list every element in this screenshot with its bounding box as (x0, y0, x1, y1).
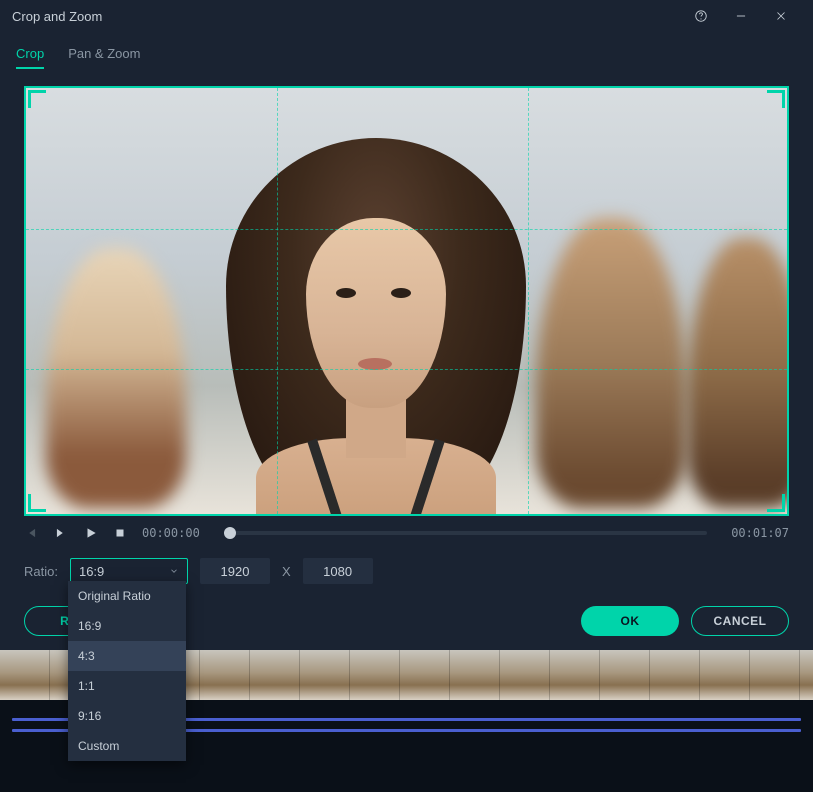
preview-area (24, 86, 789, 516)
tab-bar: Crop Pan & Zoom (0, 32, 813, 70)
timeline-thumb[interactable] (700, 650, 750, 700)
cancel-button[interactable]: CANCEL (691, 606, 789, 636)
ratio-label: Ratio: (24, 564, 58, 579)
ratio-option-9-16[interactable]: 9:16 (68, 701, 186, 731)
help-icon (694, 9, 708, 23)
close-icon (774, 9, 788, 23)
crop-zoom-dialog: Crop and Zoom Crop Pan & Zoom (0, 0, 813, 650)
grid-line (277, 88, 278, 514)
grid-line (26, 229, 787, 230)
crop-handle-tr[interactable] (767, 90, 785, 108)
dimension-separator: X (282, 564, 291, 579)
stop-button[interactable] (114, 527, 126, 539)
timeline-thumb[interactable] (500, 650, 550, 700)
timeline-thumb[interactable] (550, 650, 600, 700)
transport-bar: 00:00:00 00:01:07 (0, 516, 813, 550)
ratio-option-1-1[interactable]: 1:1 (68, 671, 186, 701)
prev-frame-icon (24, 526, 38, 540)
window-title: Crop and Zoom (12, 9, 102, 24)
timeline-thumb[interactable] (400, 650, 450, 700)
crop-handle-br[interactable] (767, 494, 785, 512)
background-figure (536, 218, 686, 508)
background-figure (46, 248, 186, 508)
timeline-thumb[interactable] (450, 650, 500, 700)
crop-frame[interactable] (24, 86, 789, 516)
seek-thumb[interactable] (224, 527, 236, 539)
stop-icon (114, 527, 126, 539)
prev-frame-button[interactable] (24, 526, 38, 540)
timeline-thumb[interactable] (200, 650, 250, 700)
minimize-button[interactable] (721, 0, 761, 32)
seek-slider[interactable] (224, 531, 707, 535)
timeline-thumb[interactable] (250, 650, 300, 700)
close-button[interactable] (761, 0, 801, 32)
time-total: 00:01:07 (731, 526, 789, 540)
width-input[interactable] (200, 558, 270, 584)
ratio-option-original[interactable]: Original Ratio (68, 581, 186, 611)
crop-handle-bl[interactable] (28, 494, 46, 512)
foreground-figure (216, 138, 536, 516)
tab-crop[interactable]: Crop (16, 40, 44, 69)
timeline-thumb[interactable] (650, 650, 700, 700)
chevron-down-icon (169, 564, 179, 579)
ratio-dropdown: Original Ratio 16:9 4:3 1:1 9:16 Custom (68, 581, 186, 761)
crop-handle-tl[interactable] (28, 90, 46, 108)
background-figure (687, 238, 789, 508)
next-frame-icon (54, 526, 68, 540)
play-icon (84, 526, 98, 540)
ratio-option-16-9[interactable]: 16:9 (68, 611, 186, 641)
ok-button[interactable]: OK (581, 606, 679, 636)
timeline-thumb[interactable] (0, 650, 50, 700)
play-button[interactable] (84, 526, 98, 540)
timeline-thumb[interactable] (350, 650, 400, 700)
height-input[interactable] (303, 558, 373, 584)
grid-line (26, 369, 787, 370)
titlebar: Crop and Zoom (0, 0, 813, 32)
timeline-thumb[interactable] (600, 650, 650, 700)
minimize-icon (734, 9, 748, 23)
timeline-thumb[interactable] (750, 650, 800, 700)
time-current: 00:00:00 (142, 526, 200, 540)
ratio-option-custom[interactable]: Custom (68, 731, 186, 761)
grid-line (528, 88, 529, 514)
help-button[interactable] (681, 0, 721, 32)
tab-pan-zoom[interactable]: Pan & Zoom (68, 40, 140, 69)
ratio-option-4-3[interactable]: 4:3 (68, 641, 186, 671)
timeline-thumb[interactable] (300, 650, 350, 700)
ratio-selected-value: 16:9 (79, 564, 104, 579)
timeline-thumb[interactable] (800, 650, 813, 700)
next-frame-button[interactable] (54, 526, 68, 540)
